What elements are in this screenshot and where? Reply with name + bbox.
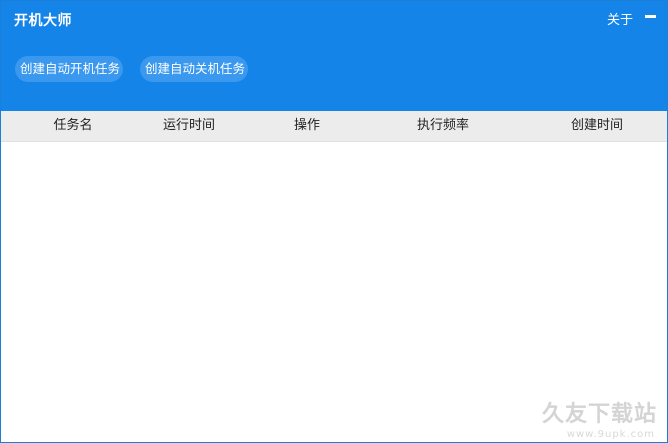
watermark-url: www.9upk.com — [566, 429, 655, 440]
column-header-operation[interactable]: 操作 — [267, 111, 347, 141]
about-link[interactable]: 关于 — [607, 9, 633, 28]
column-header-task-name[interactable]: 任务名 — [33, 111, 113, 141]
minimize-icon — [645, 15, 656, 18]
watermark-logo: 久友下载站 — [541, 402, 657, 427]
column-header-created-time[interactable]: 创建时间 — [557, 111, 637, 141]
column-header-run-time[interactable]: 运行时间 — [149, 111, 229, 141]
task-table-header: 任务名 运行时间 操作 执行频率 创建时间 — [1, 111, 667, 142]
create-power-on-task-button[interactable]: 创建自动开机任务 — [15, 56, 123, 82]
title-bar: 开机大师 关于 创建自动开机任务 创建自动关机任务 — [1, 1, 667, 111]
minimize-button[interactable] — [643, 7, 659, 25]
app-title: 开机大师 — [14, 13, 72, 29]
app-window: 开机大师 关于 创建自动开机任务 创建自动关机任务 任务名 运行时间 操作 执行… — [0, 0, 668, 443]
column-header-frequency[interactable]: 执行频率 — [403, 111, 483, 141]
create-power-off-task-button[interactable]: 创建自动关机任务 — [140, 56, 248, 82]
